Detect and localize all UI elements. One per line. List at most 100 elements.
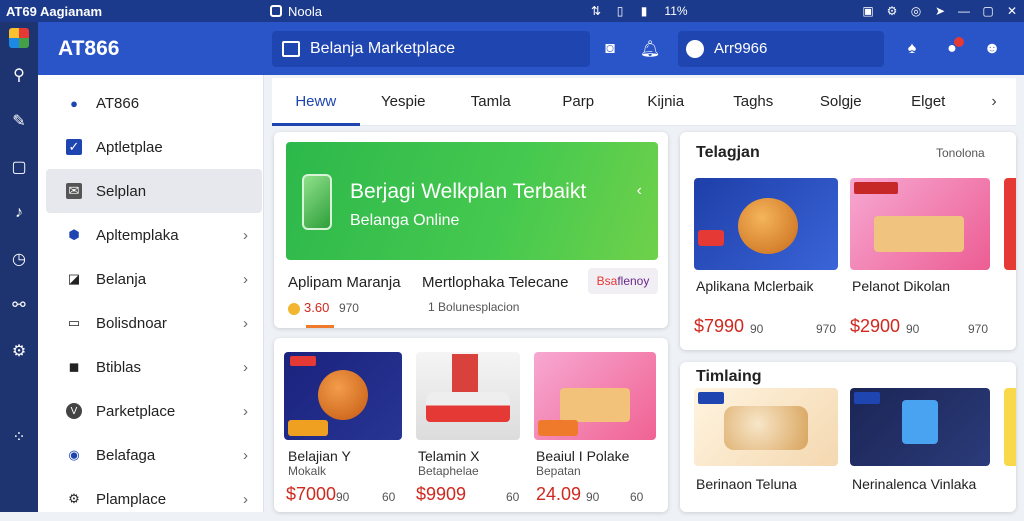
product-image[interactable]	[534, 352, 656, 440]
gear-icon[interactable]: ⚙	[0, 328, 38, 374]
product-price: $7990	[694, 316, 745, 336]
sidebar-item-2[interactable]: ✓ Aptletplae	[46, 125, 262, 169]
product-image[interactable]	[850, 388, 990, 466]
banner-subtitle: Belanga Online	[350, 212, 460, 229]
app-logo-icon	[9, 28, 29, 48]
restore-button[interactable]: ▢	[976, 4, 1000, 18]
coin-value: 3.60	[304, 300, 330, 315]
avatar	[686, 39, 704, 58]
promo-label	[854, 182, 898, 194]
sidebar-item-8[interactable]: V Parketplace ›	[46, 389, 262, 433]
chevron-right-icon: ›	[243, 358, 248, 376]
building-image	[452, 354, 478, 394]
product-meta: 90	[906, 322, 920, 336]
product-image[interactable]	[284, 352, 402, 440]
sidebar-item-3[interactable]: ✉ Selplan	[46, 169, 262, 213]
product-title: Beaiul I Polake	[536, 448, 630, 464]
search-icon[interactable]: ⚲	[0, 52, 38, 98]
section-link[interactable]: Tonolona	[936, 146, 985, 160]
product-title: Belajian Y	[288, 448, 351, 464]
profile-icon[interactable]: ☻	[972, 29, 1012, 69]
product-meta-2: 60	[382, 490, 396, 504]
product-image[interactable]	[416, 352, 520, 440]
sidebar-item-6[interactable]: ▭ Bolisdnoar ›	[46, 301, 262, 345]
chevron-right-icon: ›	[243, 490, 248, 508]
tab-3[interactable]: Tamla	[447, 78, 535, 126]
sidebar-item-label: Apltemplaka	[96, 226, 179, 244]
tab-8[interactable]: Elget	[885, 78, 973, 126]
clock-icon[interactable]: ◷	[0, 236, 38, 282]
product-meta-2: 970	[816, 322, 837, 336]
product-meta: 90	[750, 322, 764, 336]
music-icon[interactable]: ♪	[0, 190, 38, 236]
product-image[interactable]	[850, 178, 990, 270]
notification-icon[interactable]: ♠	[892, 29, 932, 69]
camera-icon[interactable]: ◙	[590, 29, 630, 69]
tab-6[interactable]: Taghs	[710, 78, 798, 126]
product-title: Nerinalenca Vinlaka	[852, 476, 977, 492]
product-label	[288, 420, 328, 436]
sidebar-item-1[interactable]: ● AT866	[46, 81, 262, 125]
sidebar-item-4[interactable]: ⬢ Apltemplaka ›	[46, 213, 262, 257]
product-meta: 90	[336, 490, 350, 504]
product-tag[interactable]: Bsa flenoy	[588, 268, 658, 294]
product-image[interactable]	[694, 178, 838, 270]
section-title: Telagjan	[696, 144, 760, 161]
settings-icon[interactable]: ⚙	[880, 4, 904, 18]
app-title: AT69 Aagianam	[6, 3, 103, 19]
product-title: Aplikana Mclerbaik	[696, 278, 814, 294]
sidebar-item-label: Bolisdnoar	[96, 314, 167, 332]
promo-banner[interactable]: Berjagi Welkplan Terbaikt Belanga Online…	[286, 142, 658, 260]
user-name: Arr9966	[714, 40, 768, 57]
top-header: AT866 Belanja Marketplace ◙ 🔔︎ Arr9966 ♠…	[38, 22, 1024, 75]
list-icon	[282, 40, 300, 57]
coin-row: 3.60 970	[288, 300, 359, 315]
phone-icon: ▯	[616, 4, 624, 18]
marketplace-search[interactable]: Belanja Marketplace	[272, 30, 590, 67]
coin-icon	[288, 302, 300, 315]
tabs-next-button[interactable]: ›	[972, 93, 1016, 111]
sound-icon: ▮	[640, 4, 648, 18]
share-icon[interactable]: ⚯	[0, 282, 38, 328]
mail-icon: ✉	[66, 183, 82, 199]
product-price: $9909	[416, 484, 467, 504]
chevron-icon: ‹	[636, 182, 642, 199]
tab-7[interactable]: Solgje	[797, 78, 885, 126]
info-icon: ◉	[68, 447, 80, 462]
chat-icon[interactable]: ●	[932, 29, 972, 69]
sidebar-item-5[interactable]: ◪ Belanja ›	[46, 257, 262, 301]
close-button[interactable]: ✕	[1000, 4, 1024, 18]
product-label	[698, 230, 724, 246]
wifi-icon[interactable]: ◎	[904, 4, 928, 18]
sidebar-item-7[interactable]: ◼ Btiblas ›	[46, 345, 262, 389]
bag-icon: ◼	[68, 359, 80, 374]
tab-2[interactable]: Yespie	[360, 78, 448, 126]
sidebar: ● AT866 ✓ Aptletplae ✉ Selplan ⬢ Apltemplaka…	[38, 75, 264, 512]
section-title: Timlaing	[696, 368, 762, 385]
tab-5[interactable]: Kijnia	[622, 78, 710, 126]
featured-card[interactable]: Berjagi Welkplan Terbaikt Belanga Online…	[274, 132, 668, 328]
sidebar-item-label: Belafaga	[96, 446, 156, 464]
sidebar-item-10[interactable]: ⚙ Plamplace ›	[46, 477, 262, 521]
next-product-peek	[1004, 388, 1016, 466]
tab-4[interactable]: Parp	[535, 78, 623, 126]
tag-prefix: Bsa	[596, 274, 618, 288]
chevron-right-icon: ›	[243, 270, 248, 288]
category-tabs: Heww Yespie Tamla Parp Kijnia Taghs Solg…	[272, 78, 1016, 126]
pen-icon[interactable]: ✎	[0, 98, 38, 144]
image-icon[interactable]: ▣	[856, 4, 880, 18]
product-meta-2: 60	[630, 490, 644, 504]
gear-icon: ⚙	[68, 491, 80, 506]
promo-label	[854, 392, 880, 404]
bell-icon[interactable]: 🔔︎	[630, 29, 670, 69]
product-image[interactable]	[694, 388, 838, 466]
minimize-button[interactable]: —	[952, 4, 976, 18]
user-button[interactable]: Arr9966	[678, 30, 884, 67]
sidebar-item-9[interactable]: ◉ Belafaga ›	[46, 433, 262, 477]
pin-icon[interactable]: ➤	[928, 4, 952, 18]
tab-1[interactable]: Heww	[272, 78, 360, 126]
tag-suffix: flenoy	[617, 274, 650, 288]
window-title: Noola	[288, 3, 322, 19]
square-icon[interactable]: ▢	[0, 144, 38, 190]
grid-icon[interactable]: ⁘	[0, 414, 38, 460]
